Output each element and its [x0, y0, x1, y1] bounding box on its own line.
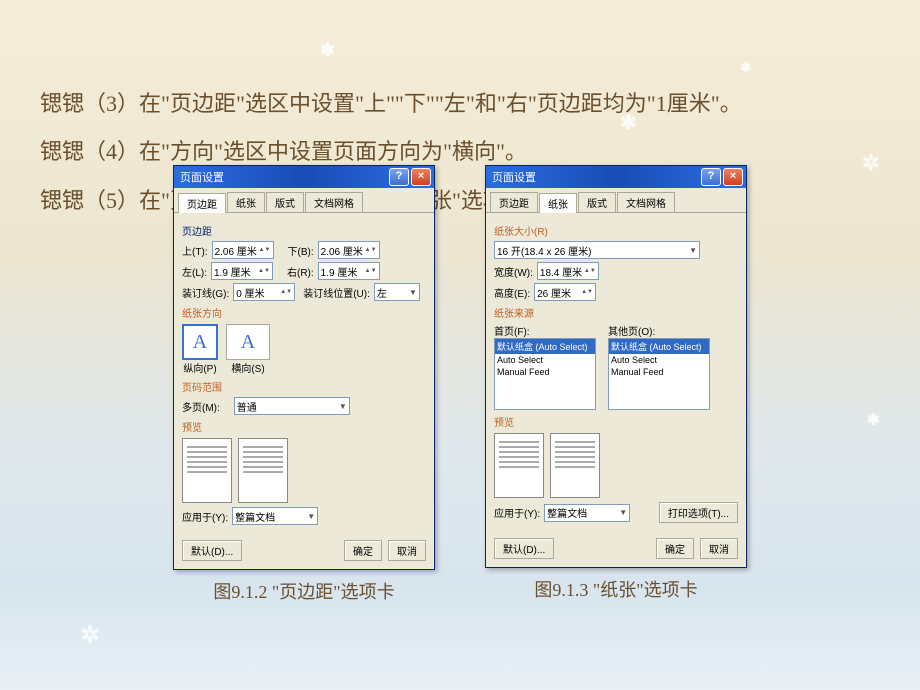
- width-input[interactable]: 18.4 厘米▲▼: [537, 262, 599, 280]
- spinner-icon[interactable]: ▲▼: [584, 268, 596, 274]
- preview-page: [182, 438, 232, 503]
- width-label: 宽度(W):: [494, 264, 533, 279]
- list-item[interactable]: Manual Feed: [495, 366, 595, 378]
- preview-area: [182, 438, 426, 503]
- landscape-label: 横向(S): [226, 360, 270, 375]
- list-item[interactable]: Manual Feed: [609, 366, 709, 378]
- chevron-down-icon: ▼: [339, 402, 347, 411]
- panel-margins: 页边距 上(T): 2.06 厘米▲▼ 下(B): 2.06 厘米▲▼ 左(L)…: [174, 213, 434, 534]
- tab-docgrid[interactable]: 文档网格: [617, 192, 675, 212]
- figure-913: 页面设置 ? × 页边距 纸张 版式 文档网格 纸张大小(R) 16 开(18.…: [485, 165, 747, 602]
- preview-page: [238, 438, 288, 503]
- titlebar: 页面设置 ? ×: [174, 166, 434, 188]
- tab-paper[interactable]: 纸张: [539, 193, 577, 213]
- portrait-label: 纵向(P): [182, 360, 218, 375]
- tab-layout[interactable]: 版式: [266, 192, 304, 212]
- chevron-down-icon: ▼: [619, 508, 627, 517]
- multipage-label: 多页(M):: [182, 399, 220, 414]
- tab-layout[interactable]: 版式: [578, 192, 616, 212]
- tab-paper[interactable]: 纸张: [227, 192, 265, 212]
- chevron-down-icon: ▼: [409, 288, 417, 297]
- group-pages-label: 页码范围: [182, 379, 426, 394]
- group-preview-label: 预览: [494, 414, 738, 429]
- chevron-down-icon: ▼: [307, 512, 315, 521]
- dialog-title: 页面设置: [180, 169, 387, 185]
- otherpages-label: 其他页(O):: [608, 323, 710, 338]
- close-icon[interactable]: ×: [411, 168, 431, 186]
- dialog-button-row: 默认(D)... 确定 取消: [174, 534, 434, 569]
- dialog-button-row: 默认(D)... 确定 取消: [486, 532, 746, 567]
- gutter-label: 装订线(G):: [182, 285, 229, 300]
- list-item[interactable]: 默认纸盒 (Auto Select): [495, 339, 595, 354]
- bottom-input[interactable]: 2.06 厘米▲▼: [318, 241, 380, 259]
- help-icon[interactable]: ?: [701, 168, 721, 186]
- orientation-landscape[interactable]: A: [226, 324, 270, 360]
- applyto-label: 应用于(Y):: [494, 505, 540, 520]
- page-setup-dialog-paper: 页面设置 ? × 页边距 纸张 版式 文档网格 纸张大小(R) 16 开(18.…: [485, 165, 747, 568]
- applyto-select[interactable]: 整篇文档▼: [544, 504, 630, 522]
- firstpage-tray-list[interactable]: 默认纸盒 (Auto Select) Auto Select Manual Fe…: [494, 338, 596, 410]
- multipage-select[interactable]: 普通▼: [234, 397, 350, 415]
- chevron-down-icon: ▼: [689, 246, 697, 255]
- group-papersource-label: 纸张来源: [494, 305, 738, 320]
- list-item[interactable]: 默认纸盒 (Auto Select): [609, 339, 709, 354]
- ok-button[interactable]: 确定: [344, 540, 382, 561]
- close-icon[interactable]: ×: [723, 168, 743, 186]
- applyto-select[interactable]: 整篇文档▼: [232, 507, 318, 525]
- help-icon[interactable]: ?: [389, 168, 409, 186]
- bottom-label: 下(B):: [288, 243, 314, 258]
- figure-caption-912: 图9.1.2 "页边距"选项卡: [173, 578, 435, 604]
- firstpage-label: 首页(F):: [494, 323, 596, 338]
- preview-page: [550, 433, 600, 498]
- gutterpos-select[interactable]: 左▼: [374, 283, 420, 301]
- orientation-portrait[interactable]: A: [182, 324, 218, 360]
- printoptions-button[interactable]: 打印选项(T)...: [659, 502, 738, 523]
- figure-912: 页面设置 ? × 页边距 纸张 版式 文档网格 页边距 上(T): 2.06 厘…: [173, 165, 435, 604]
- group-orientation-label: 纸张方向: [182, 305, 426, 320]
- spinner-icon[interactable]: ▲▼: [581, 289, 593, 295]
- left-label: 左(L):: [182, 264, 207, 279]
- applyto-label: 应用于(Y):: [182, 509, 228, 524]
- spinner-icon[interactable]: ▲▼: [365, 268, 377, 274]
- papersize-select[interactable]: 16 开(18.4 x 26 厘米)▼: [494, 241, 700, 259]
- spinner-icon[interactable]: ▲▼: [258, 268, 270, 274]
- preview-page: [494, 433, 544, 498]
- tab-strip: 页边距 纸张 版式 文档网格: [486, 188, 746, 213]
- height-input[interactable]: 26 厘米▲▼: [534, 283, 596, 301]
- top-label: 上(T):: [182, 243, 208, 258]
- ok-button[interactable]: 确定: [656, 538, 694, 559]
- group-preview-label: 预览: [182, 419, 426, 434]
- height-label: 高度(E):: [494, 285, 530, 300]
- group-papersize-label: 纸张大小(R): [494, 223, 738, 238]
- preview-area: [494, 433, 738, 498]
- left-input[interactable]: 1.9 厘米▲▼: [211, 262, 273, 280]
- tab-margins[interactable]: 页边距: [490, 192, 538, 212]
- default-button[interactable]: 默认(D)...: [182, 540, 242, 561]
- default-button[interactable]: 默认(D)...: [494, 538, 554, 559]
- list-item[interactable]: Auto Select: [609, 354, 709, 366]
- right-label: 右(R):: [287, 264, 314, 279]
- tab-docgrid[interactable]: 文档网格: [305, 192, 363, 212]
- paragraph-3: 锶锶（3）在"页边距"选区中设置"上""下""左"和"右"页边距均为"1厘米"。: [40, 80, 880, 128]
- spinner-icon[interactable]: ▲▼: [259, 247, 271, 253]
- tab-strip: 页边距 纸张 版式 文档网格: [174, 188, 434, 213]
- page-setup-dialog-margins: 页面设置 ? × 页边距 纸张 版式 文档网格 页边距 上(T): 2.06 厘…: [173, 165, 435, 570]
- panel-paper: 纸张大小(R) 16 开(18.4 x 26 厘米)▼ 宽度(W): 18.4 …: [486, 213, 746, 532]
- top-input[interactable]: 2.06 厘米▲▼: [212, 241, 274, 259]
- otherpages-tray-list[interactable]: 默认纸盒 (Auto Select) Auto Select Manual Fe…: [608, 338, 710, 410]
- titlebar: 页面设置 ? ×: [486, 166, 746, 188]
- gutterpos-label: 装订线位置(U):: [303, 285, 370, 300]
- decorative-snowflake: ✲: [80, 621, 100, 650]
- cancel-button[interactable]: 取消: [700, 538, 738, 559]
- dialog-title: 页面设置: [492, 169, 699, 185]
- spinner-icon[interactable]: ▲▼: [280, 289, 292, 295]
- figure-caption-913: 图9.1.3 "纸张"选项卡: [485, 576, 747, 602]
- gutter-input[interactable]: 0 厘米▲▼: [233, 283, 295, 301]
- tab-margins[interactable]: 页边距: [178, 193, 226, 213]
- list-item[interactable]: Auto Select: [495, 354, 595, 366]
- cancel-button[interactable]: 取消: [388, 540, 426, 561]
- group-margins-label: 页边距: [182, 223, 426, 238]
- right-input[interactable]: 1.9 厘米▲▼: [318, 262, 380, 280]
- spinner-icon[interactable]: ▲▼: [365, 247, 377, 253]
